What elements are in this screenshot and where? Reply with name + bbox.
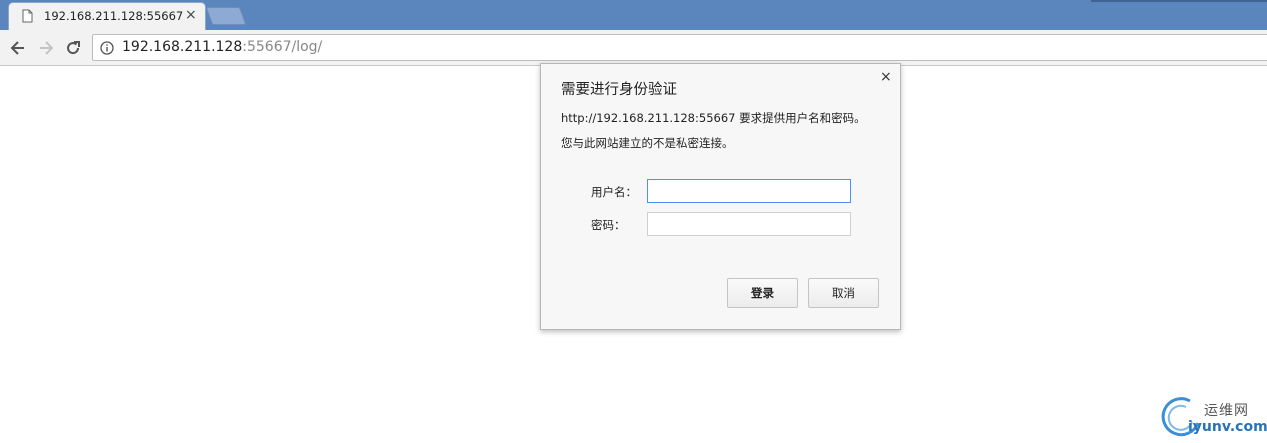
tab-close-icon[interactable]: × [185,7,197,23]
back-arrow-icon[interactable] [8,38,28,58]
watermark-cn: 运维网 [1204,403,1249,419]
dialog-security-note: 您与此网站建立的不是私密连接。 [561,136,734,150]
info-icon[interactable] [100,41,114,55]
window-edge [1091,0,1267,2]
dialog-title: 需要进行身份验证 [561,82,677,98]
url-path: :55667/log/ [242,39,323,55]
dialog-close-icon[interactable]: × [880,69,892,85]
login-button[interactable]: 登录 [727,278,798,308]
tab-strip: 192.168.211.128:55667 × [0,0,1267,30]
username-input[interactable] [647,179,851,203]
username-label: 用户名： [591,185,637,199]
password-label: 密码： [591,218,626,232]
address-url: 192.168.211.128:55667/log/ [122,39,322,55]
url-host: 192.168.211.128 [122,39,243,55]
watermark: 运维网 iyunv.com [1160,395,1267,439]
forward-arrow-icon[interactable] [36,38,56,58]
auth-dialog: 需要进行身份验证 × http://192.168.211.128:55667 … [540,63,901,330]
cancel-button[interactable]: 取消 [808,278,879,308]
browser-toolbar: 192.168.211.128:55667/log/ [0,30,1267,66]
page-icon [22,9,33,23]
dialog-message: http://192.168.211.128:55667 要求提供用户名和密码。 [561,111,866,125]
reload-icon[interactable] [63,38,83,58]
password-input[interactable] [647,212,851,236]
new-tab-button[interactable] [205,7,247,25]
watermark-en: iyunv.com [1188,419,1267,435]
tab-active[interactable]: 192.168.211.128:55667 × [8,2,206,30]
address-bar[interactable]: 192.168.211.128:55667/log/ [92,34,1267,61]
tab-title: 192.168.211.128:55667 [44,9,184,23]
